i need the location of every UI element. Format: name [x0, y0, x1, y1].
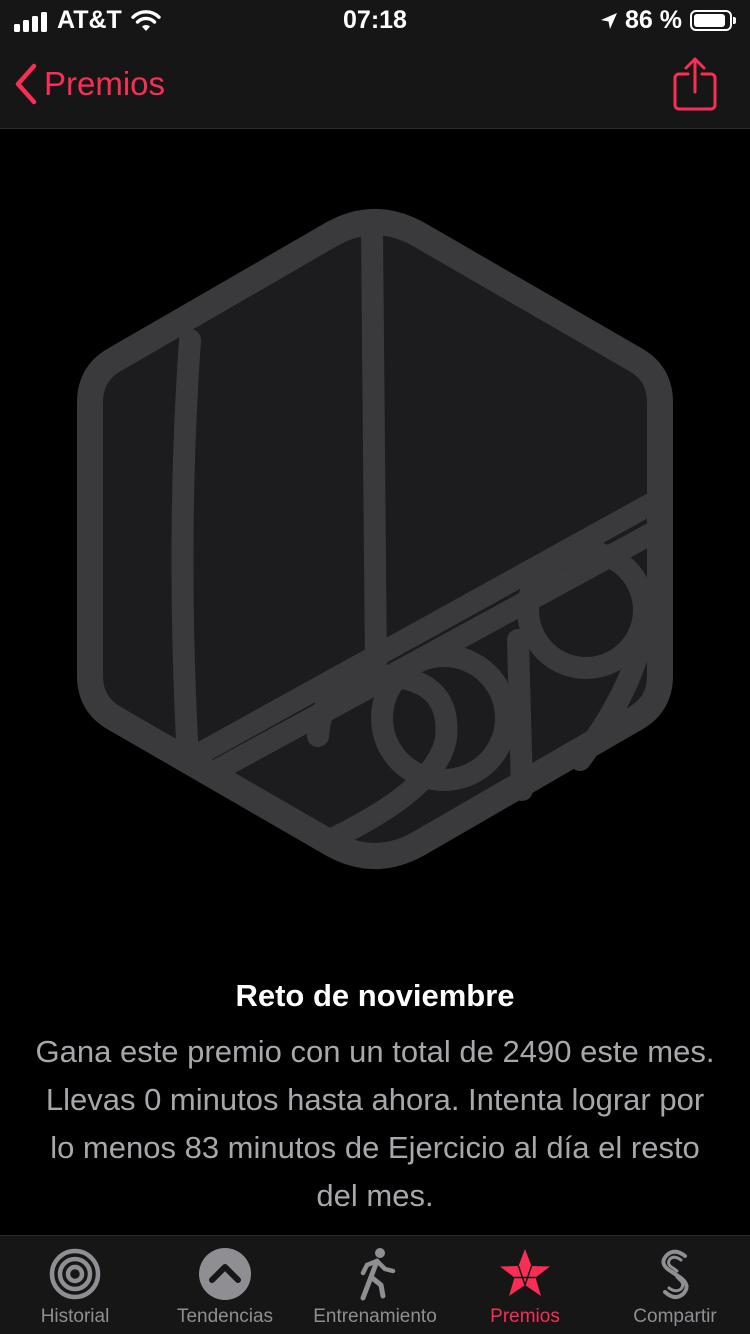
back-button-label: Premios: [44, 65, 166, 102]
award-detail-screen: AT&T 07:18 86 % Premios Reto de noviembr…: [0, 0, 750, 1334]
november-challenge-2019-badge-icon: [77, 209, 673, 869]
activity-rings-icon: [49, 1248, 101, 1300]
chevron-left-icon: [15, 63, 37, 105]
tab-tendencias[interactable]: Tendencias: [150, 1236, 300, 1334]
tab-historial[interactable]: Historial: [0, 1236, 150, 1334]
tab-premios[interactable]: Premios: [450, 1236, 600, 1334]
share-button[interactable]: [670, 56, 720, 112]
award-title: Reto de noviembre: [235, 978, 515, 1013]
tab-label: Historial: [40, 1306, 110, 1327]
award-star-icon: [500, 1249, 550, 1296]
battery-icon: [690, 10, 736, 31]
status-bar: AT&T 07:18 86 %: [0, 0, 750, 40]
tab-label: Compartir: [633, 1306, 717, 1327]
share-icon: [673, 57, 717, 111]
tab-label: Premios: [490, 1306, 560, 1327]
award-description: Gana este premio con un total de 2490 es…: [35, 1034, 715, 1213]
location-arrow-icon: [601, 12, 618, 29]
tab-entrenamiento[interactable]: Entrenamiento: [300, 1236, 450, 1334]
navigation-bar: Premios: [0, 40, 750, 129]
back-button[interactable]: Premios: [14, 60, 165, 108]
tab-label: Entrenamiento: [313, 1306, 437, 1327]
running-figure-icon: [360, 1248, 396, 1301]
battery-percentage: 86 %: [625, 6, 682, 34]
tab-bar: Historial Tendencias Entrenamiento Premi…: [0, 1235, 750, 1334]
trends-chevron-icon: [199, 1248, 251, 1300]
sharing-icon: [661, 1249, 689, 1299]
tab-label: Tendencias: [176, 1306, 274, 1327]
tab-compartir[interactable]: Compartir: [600, 1236, 750, 1334]
